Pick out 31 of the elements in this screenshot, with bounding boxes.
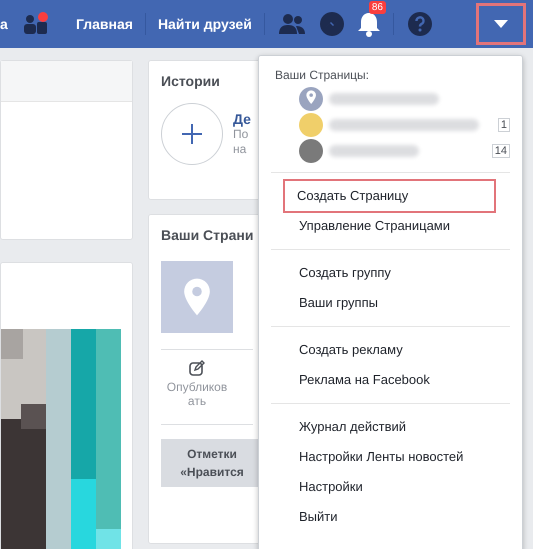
bell-icon[interactable] [356, 11, 381, 37]
card-title: Ваши Страни [161, 227, 253, 243]
page-avatar-icon[interactable] [299, 139, 323, 163]
story-hint: на [233, 142, 248, 157]
count-badge: 1 [498, 118, 510, 132]
menu-item[interactable]: Журнал действий [259, 412, 522, 442]
menu-item[interactable]: Создать рекламу [259, 335, 522, 365]
count-badge: 14 [492, 144, 510, 158]
page-avatar-icon[interactable] [299, 87, 323, 111]
nav-link[interactable]: а [0, 16, 22, 32]
menu-item[interactable]: Управление Страницами [259, 211, 522, 241]
add-story-button[interactable] [161, 103, 223, 165]
notification-badge: 86 [368, 1, 386, 14]
nav-link[interactable]: Главная [64, 16, 145, 32]
edit-icon [189, 360, 205, 376]
menu-item[interactable]: Создать группу [259, 258, 522, 288]
menu-heading: Ваши Страницы: [274, 68, 370, 82]
menu-item[interactable]: Ваши группы [259, 288, 522, 318]
account-menu-button[interactable] [479, 6, 523, 42]
menu-item[interactable]: Реклама на Facebook [259, 365, 522, 395]
nav-link[interactable]: Найти друзей [146, 16, 264, 32]
add-story-link[interactable]: Де [233, 111, 251, 127]
caret-icon [494, 20, 508, 28]
friend-requests-icon[interactable] [22, 11, 50, 37]
menu-item[interactable]: Выйти [259, 502, 522, 532]
menu-item[interactable]: Создать Страницу [285, 181, 494, 211]
plus-icon [182, 124, 202, 144]
story-hint: По [233, 127, 250, 142]
help-icon[interactable] [408, 12, 432, 36]
card-title: Истории [161, 73, 221, 89]
people-icon[interactable] [278, 13, 305, 35]
